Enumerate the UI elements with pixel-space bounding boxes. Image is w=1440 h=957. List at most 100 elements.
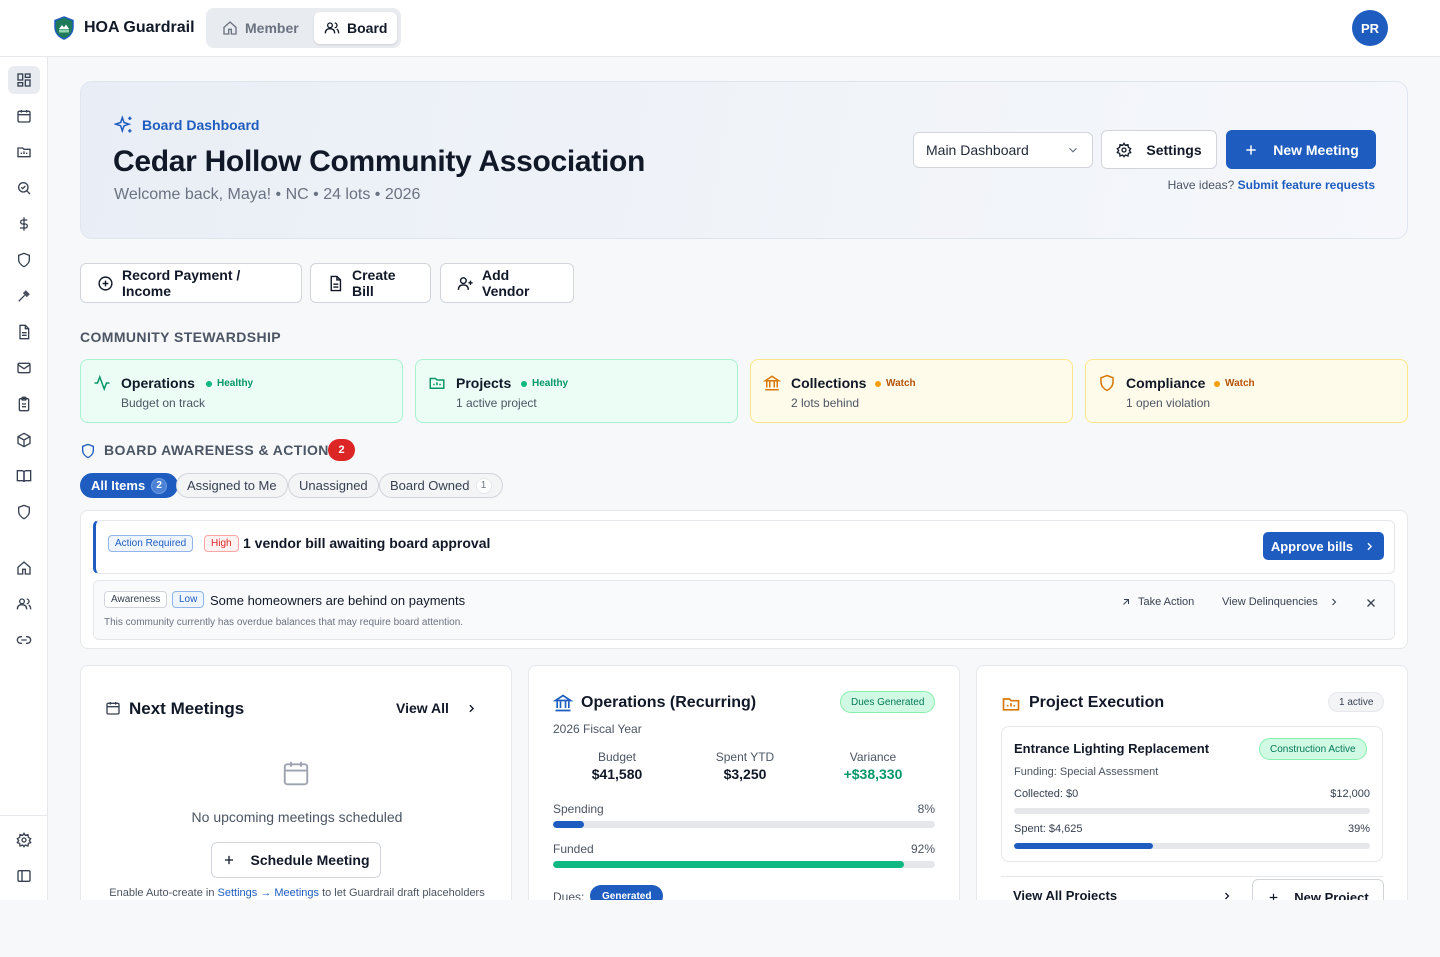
new-project-button[interactable]: New Project (1252, 879, 1384, 900)
schedule-meeting-label: Schedule Meeting (250, 852, 370, 868)
home-icon (222, 20, 238, 36)
status-label: Watch (886, 378, 916, 389)
settings-link[interactable]: Settings (218, 887, 258, 899)
stewardship-card-subtitle: 2 lots behind (791, 396, 860, 410)
view-all-label: View All (396, 700, 449, 716)
record-payment-button[interactable]: Record Payment / Income (80, 263, 302, 303)
feature-request-link[interactable]: Submit feature requests (1238, 178, 1375, 192)
spent-label: Spent: $4,625 (1014, 823, 1083, 835)
approve-bills-button[interactable]: Approve bills (1263, 532, 1384, 560)
add-vendor-button[interactable]: Add Vendor (440, 263, 574, 303)
dues-label: Dues: (553, 890, 585, 900)
alert-item[interactable]: Action Required High 1 vendor bill await… (93, 520, 1395, 574)
project-item[interactable]: Entrance Lighting Replacement Constructi… (1001, 726, 1383, 862)
page-subtitle: Welcome back, Maya! • NC • 24 lots • 202… (114, 186, 421, 203)
settings-button[interactable]: Settings (1101, 130, 1217, 169)
schedule-meeting-button[interactable]: Schedule Meeting (211, 842, 381, 878)
folder-chart-icon (1001, 694, 1021, 714)
view-all-projects-link[interactable]: View All Projects (1013, 888, 1233, 900)
hero-tag-label: Board Dashboard (142, 117, 260, 133)
user-avatar[interactable]: PR (1352, 10, 1388, 46)
card-divider (1001, 876, 1383, 877)
status-badge: Healthy (521, 378, 568, 389)
create-bill-label: Create Bill (352, 267, 396, 299)
alert-title: Some homeowners are behind on payments (210, 593, 466, 608)
clipboard-icon[interactable] (8, 390, 40, 418)
status-badge: Healthy (206, 378, 253, 389)
shield-icon[interactable] (8, 498, 40, 526)
stat-value: $3,250 (723, 766, 767, 782)
funded-percent: 92% (910, 842, 935, 856)
calendar-icon (105, 700, 121, 716)
dollar-icon[interactable] (8, 210, 40, 238)
meetings-link[interactable]: Meetings (274, 887, 319, 899)
filter-all-items[interactable]: All Items 2 (80, 473, 179, 498)
spending-percent: 8% (917, 802, 935, 816)
new-meeting-label: New Meeting (1273, 141, 1359, 158)
gear-icon[interactable] (8, 826, 40, 854)
package-icon[interactable] (8, 426, 40, 454)
mode-member-button[interactable]: Member (212, 12, 312, 44)
view-delinquencies-link[interactable]: View Delinquencies (1222, 596, 1340, 608)
filter-label: All Items (91, 478, 146, 493)
filter-board-owned[interactable]: Board Owned 1 (379, 473, 503, 498)
document-icon (327, 275, 344, 292)
folder-icon[interactable] (8, 138, 40, 166)
fiscal-year: 2026 Fiscal Year (553, 722, 642, 736)
filter-unassigned[interactable]: Unassigned (288, 473, 379, 498)
book-icon[interactable] (8, 462, 40, 490)
alert-item[interactable]: Awareness Low Some homeowners are behind… (93, 580, 1395, 640)
stewardship-card-subtitle: 1 active project (456, 396, 537, 410)
dues-generated-badge: Dues Generated (840, 691, 936, 713)
create-bill-button[interactable]: Create Bill (310, 263, 431, 303)
plus-icon (222, 853, 236, 867)
app-logo-icon[interactable] (52, 16, 76, 40)
view-all-projects-label: View All Projects (1013, 888, 1118, 900)
shield-icon (1098, 374, 1116, 392)
calendar-icon[interactable] (8, 102, 40, 130)
users-icon[interactable] (8, 590, 40, 618)
home-icon[interactable] (8, 554, 40, 582)
sidebar-toggle-icon[interactable] (8, 862, 40, 890)
stewardship-title: COMMUNITY STEWARDSHIP (80, 329, 282, 345)
stat-value: $41,580 (591, 766, 643, 782)
sidebar-divider (0, 815, 47, 816)
filter-assigned-to-me[interactable]: Assigned to Me (176, 473, 288, 498)
active-count-badge: 1 active (1328, 692, 1385, 712)
shield-icon (80, 443, 96, 459)
stewardship-card-operations[interactable]: Operations Healthy Budget on track (80, 359, 403, 423)
stewardship-card-collections[interactable]: Collections Watch 2 lots behind (750, 359, 1073, 423)
gavel-icon[interactable] (8, 282, 40, 310)
add-vendor-label: Add Vendor (482, 267, 530, 299)
dashboard-icon[interactable] (8, 66, 40, 94)
close-icon[interactable] (1364, 596, 1378, 610)
filter-label: Board Owned (390, 478, 470, 493)
awareness-count-badge: 2 (328, 439, 355, 461)
operations-stats: Budget $41,580 Spent YTD $3,250 Variance… (553, 750, 937, 782)
link-icon[interactable] (8, 626, 40, 654)
arrow-up-right-icon (1120, 596, 1132, 608)
alert-tag-priority: High (204, 535, 239, 552)
project-status-badge: Construction Active (1259, 738, 1367, 760)
document-icon[interactable] (8, 318, 40, 346)
stewardship-card-projects[interactable]: Projects Healthy 1 active project (415, 359, 738, 423)
mail-icon[interactable] (8, 354, 40, 382)
ideas-prompt: Have ideas? (1167, 178, 1235, 192)
stewardship-card-compliance[interactable]: Compliance Watch 1 open violation (1085, 359, 1408, 423)
search-icon[interactable] (8, 174, 40, 202)
bank-icon (763, 374, 781, 392)
shield-icon[interactable] (8, 246, 40, 274)
new-meeting-button[interactable]: New Meeting (1226, 130, 1376, 169)
dashboard-select[interactable]: Main Dashboard (913, 132, 1093, 168)
card-title: Next Meetings (129, 699, 245, 718)
funded-bar (553, 861, 935, 868)
view-all-meetings-link[interactable]: View All (396, 700, 478, 716)
hint-arrow: → (260, 887, 272, 899)
mode-board-button[interactable]: Board (314, 12, 397, 44)
sparkles-icon (114, 115, 134, 135)
alert-tag-priority: Low (172, 591, 205, 608)
main-content: Board Dashboard Cedar Hollow Community A… (48, 57, 1440, 900)
take-action-link[interactable]: Take Action (1120, 596, 1194, 608)
app-title[interactable]: HOA Guardrail (84, 19, 195, 37)
filter-label: Unassigned (299, 478, 368, 493)
